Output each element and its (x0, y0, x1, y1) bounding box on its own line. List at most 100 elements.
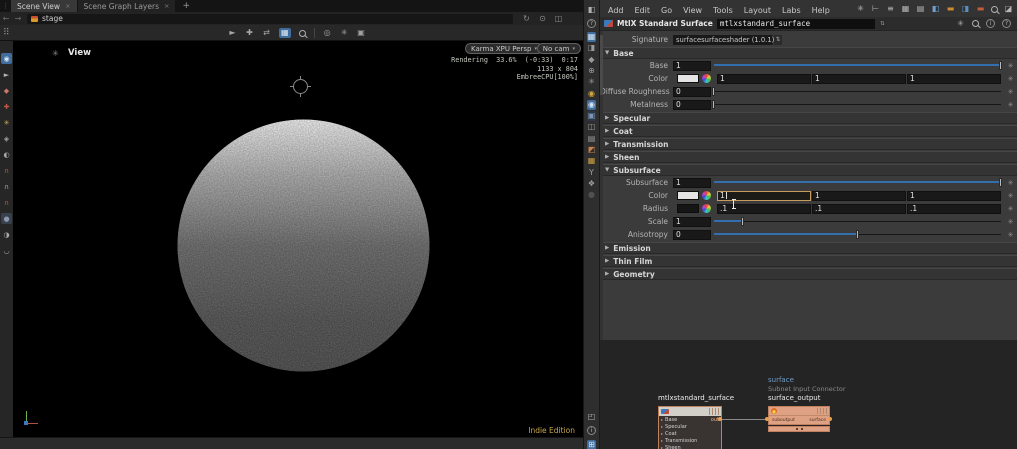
color-value-field[interactable]: 1 (717, 74, 811, 84)
menu-add[interactable]: Add (608, 6, 624, 15)
param-value-field[interactable]: 0 (673, 87, 711, 97)
display-gear-icon[interactable]: ✳ (340, 28, 349, 38)
slider-handle[interactable] (999, 178, 1002, 187)
split-pane-icon[interactable]: ◫ (554, 14, 563, 24)
signature-spinner-icon[interactable]: ⇅ (774, 35, 782, 45)
color-wheel-icon[interactable] (702, 191, 711, 200)
color-value-field[interactable]: 1 (907, 74, 1001, 84)
section-transmission[interactable]: ▶Transmission (600, 138, 1017, 150)
forward-button[interactable]: → (12, 14, 24, 23)
menu-tools[interactable]: Tools (713, 6, 733, 15)
render-view-icon[interactable]: ▣ (357, 28, 366, 38)
color-value-field[interactable]: .1 (907, 204, 1001, 214)
info-icon[interactable]: i (986, 19, 995, 28)
rig-insert-icon[interactable]: ✚ (1, 101, 12, 112)
pin-icon[interactable]: ⊙ (538, 14, 547, 24)
close-icon[interactable]: × (65, 2, 70, 10)
gear-icon[interactable]: ✳ (1004, 62, 1017, 70)
menu-go[interactable]: Go (661, 6, 672, 15)
node-flag-bar[interactable] (768, 426, 830, 432)
param-slider[interactable] (714, 229, 1001, 240)
node-title-bar[interactable] (769, 407, 829, 416)
collapse-arrow-icon[interactable]: ▼ (605, 50, 609, 56)
mirror-icon[interactable]: ◑ (1, 229, 12, 240)
expand-arrow-icon[interactable]: ▶ (605, 141, 609, 147)
section-base[interactable]: ▼Base (600, 47, 1017, 59)
param-value-field[interactable]: 0 (673, 100, 711, 110)
expand-arrow-icon[interactable]: ▶ (605, 245, 609, 251)
node-blue-icon[interactable]: ◨ (961, 4, 970, 14)
uv-checker-icon[interactable]: ▦ (587, 156, 596, 166)
help-circle-icon[interactable]: ? (587, 19, 596, 28)
magnet-b-icon[interactable]: ∩ (1, 181, 12, 192)
pose-brush-icon[interactable]: ◈ (1, 133, 12, 144)
list-view-icon[interactable]: ≡ (886, 4, 895, 14)
pivot-icon[interactable]: ⊕ (587, 66, 596, 76)
input-connector-icon[interactable]: ▸ (661, 417, 663, 422)
slider-handle[interactable] (741, 217, 744, 226)
search-icon[interactable] (972, 20, 979, 27)
color-correct-icon[interactable]: ◩ (587, 145, 596, 155)
section-coat[interactable]: ▶Coat (600, 125, 1017, 137)
color-value-field[interactable]: 1 (812, 191, 906, 201)
material-shade-icon[interactable]: ◫ (587, 122, 596, 132)
search-icon[interactable] (991, 6, 998, 13)
expand-arrow-icon[interactable]: ▶ (605, 128, 609, 134)
gear-icon[interactable]: ✳ (1004, 179, 1017, 187)
node-mtlxstandard-surface[interactable]: ▸Baseout▸Specular▸Coat▸Transmission▸Shee… (658, 406, 722, 449)
param-slider[interactable] (714, 216, 1001, 227)
gear-icon[interactable]: ✳ (1004, 192, 1017, 200)
section-geometry[interactable]: ▶Geometry (600, 268, 1017, 280)
window-blue-icon[interactable]: ◧ (931, 4, 940, 14)
node-title-bar[interactable] (659, 407, 721, 416)
options-gear-icon[interactable]: ✳ (587, 77, 596, 87)
section-thin-film[interactable]: ▶Thin Film (600, 255, 1017, 267)
tab-grip-icon[interactable]: ⋮ (0, 0, 11, 12)
grid-detail-icon[interactable]: ▤ (916, 4, 925, 14)
color-wheel-icon[interactable] (702, 204, 711, 213)
pane-info-icon[interactable]: i (587, 426, 596, 435)
zoom-region-icon[interactable] (299, 30, 306, 37)
section-subsurface[interactable]: ▼Subsurface (600, 164, 1017, 176)
param-value-field[interactable]: 1 (673, 61, 711, 71)
render-viewport[interactable]: ✳ View ✎ Karma XPU Persp ▾ No cam ▾ Rend… (13, 41, 583, 437)
param-value-field[interactable]: 1 (673, 217, 711, 227)
expand-arrow-icon[interactable]: ▶ (605, 115, 609, 121)
select-arrow-icon[interactable]: ► (1, 69, 12, 80)
color-value-field[interactable]: .1 (812, 204, 906, 214)
param-slider[interactable] (714, 99, 1001, 110)
pane-max-icon[interactable]: ◨ (587, 43, 596, 53)
stamp-icon[interactable]: ● (1, 213, 12, 224)
input-connector-icon[interactable]: ▸ (661, 431, 663, 436)
gear-icon[interactable]: ✳ (1004, 218, 1017, 226)
slider-handle[interactable] (856, 230, 859, 239)
build-wrench-icon[interactable]: ✳ (856, 4, 865, 14)
sync-icon[interactable]: ↻ (522, 14, 531, 24)
slider-handle[interactable] (999, 61, 1002, 70)
dim-dot-icon[interactable]: ● (587, 190, 596, 200)
snap-mode-icon[interactable]: ❖ (587, 179, 596, 189)
menu-help[interactable]: Help (812, 6, 830, 15)
menu-edit[interactable]: Edit (635, 6, 651, 15)
grid-handle-icon[interactable]: ⠿ (3, 28, 10, 38)
menu-view[interactable]: View (683, 6, 702, 15)
panel-switch-icon[interactable]: ◪ (1004, 4, 1013, 14)
new-tab-button[interactable]: + (176, 0, 196, 12)
signature-dropdown[interactable]: surfacesurfaceshader (1.0.1) (673, 35, 773, 45)
expand-arrow-icon[interactable]: ▶ (605, 154, 609, 160)
node-name-field[interactable]: mtlxstandard_surface (717, 19, 875, 29)
key-lamp-icon[interactable]: ◉ (587, 89, 596, 99)
gear-icon[interactable]: ✳ (1004, 231, 1017, 239)
param-slider[interactable] (714, 86, 1001, 97)
slider-handle[interactable] (712, 87, 715, 96)
grid-large-icon[interactable]: ▦ (901, 4, 910, 14)
rig-pose-icon[interactable]: ◆ (1, 85, 12, 96)
section-emission[interactable]: ▶Emission (600, 242, 1017, 254)
color-value-field[interactable]: 1 (812, 74, 906, 84)
network-editor[interactable]: mtlxstandard_surface ▸Baseout▸Specular▸C… (600, 340, 1017, 449)
magnet-c-icon[interactable]: ∩ (1, 197, 12, 208)
gear-icon[interactable]: ✳ (1004, 205, 1017, 213)
secure-selection-icon[interactable]: ◉ (1, 53, 12, 64)
hq-light-icon[interactable]: ▣ (587, 111, 596, 121)
select-mode-icon[interactable]: ► (228, 28, 237, 38)
